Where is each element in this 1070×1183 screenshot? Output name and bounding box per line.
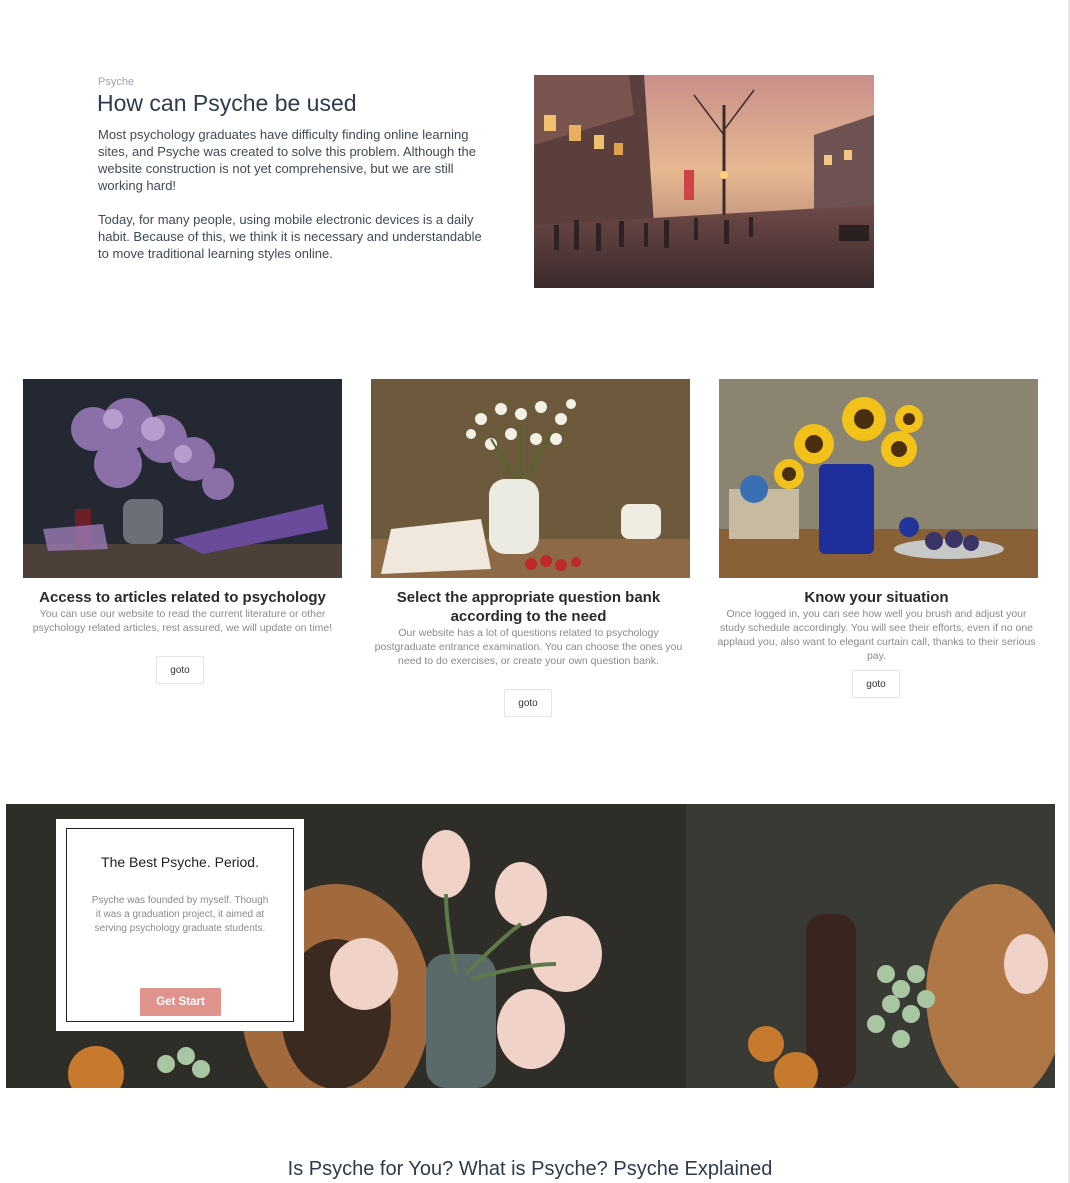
section-heading: Is Psyche for You? What is Psyche? Psych… xyxy=(287,1158,773,1180)
promo-card: The Best Psyche. Period. Psyche was foun… xyxy=(56,819,304,1031)
promo-card-frame: The Best Psyche. Period. Psyche was foun… xyxy=(66,828,294,1022)
section-eyebrow: Psyche xyxy=(98,76,135,88)
card-1-description: You can use our website to read the curr… xyxy=(32,608,333,634)
sunflower-still-life-image xyxy=(719,379,1038,578)
card-3-description: Once logged in, you can see how well you… xyxy=(717,608,1036,662)
card-3-title: Know your situation xyxy=(804,589,949,606)
card-2-goto-button[interactable]: goto xyxy=(504,689,552,717)
card-1-goto-button[interactable]: goto xyxy=(156,656,204,684)
lilac-still-life-image xyxy=(23,379,342,578)
daisy-still-life-image xyxy=(371,379,690,578)
card-2-description: Our website has a lot of questions relat… xyxy=(374,627,683,667)
get-start-button[interactable]: Get Start xyxy=(140,988,221,1016)
intro-paragraph-2: Today, for many people, using mobile ele… xyxy=(98,212,482,261)
card-3-goto-button[interactable]: goto xyxy=(852,670,900,698)
street-painting-image xyxy=(534,75,874,288)
card-2-title: Select the appropriate question bank acc… xyxy=(396,589,661,625)
promo-text: Psyche was founded by myself. Though it … xyxy=(91,895,269,934)
intro-paragraph-1: Most psychology graduates have difficult… xyxy=(98,127,476,193)
promo-title: The Best Psyche. Period. xyxy=(101,854,259,870)
intro-title: How can Psyche be used xyxy=(97,90,357,116)
card-1-title: Access to articles related to psychology xyxy=(39,589,326,606)
